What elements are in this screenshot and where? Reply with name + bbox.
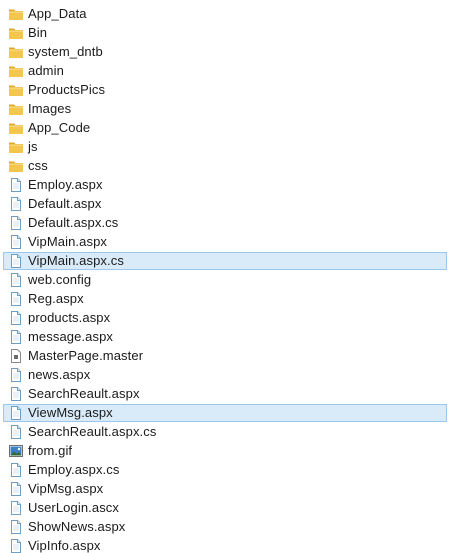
file-name-label: Default.aspx (28, 196, 102, 211)
file-list-item[interactable]: ProductsPics (3, 81, 447, 99)
file-list-item[interactable]: Reg.aspx (3, 290, 447, 308)
file-name-label: css (28, 158, 48, 173)
folder-icon (8, 139, 24, 155)
file-list-item[interactable]: VipInfo.aspx (3, 537, 447, 553)
document-icon (8, 462, 24, 478)
file-list-item[interactable]: css (3, 157, 447, 175)
file-list-item[interactable]: Default.aspx.cs (3, 214, 447, 232)
document-icon (8, 253, 24, 269)
file-list-item[interactable]: MasterPage.master (3, 347, 447, 365)
file-name-label: js (28, 139, 38, 154)
document-icon (8, 329, 24, 345)
file-name-label: VipInfo.aspx (28, 538, 101, 553)
file-name-label: App_Data (28, 6, 87, 21)
file-list-item[interactable]: VipMain.aspx.cs (3, 252, 447, 270)
folder-icon (8, 6, 24, 22)
file-list-item[interactable]: SearchReault.aspx.cs (3, 423, 447, 441)
document-icon (8, 538, 24, 553)
document-icon (8, 310, 24, 326)
file-name-label: products.aspx (28, 310, 111, 325)
file-list-item[interactable]: VipMain.aspx (3, 233, 447, 251)
file-name-label: VipMain.aspx (28, 234, 108, 249)
file-name-label: ProductsPics (28, 82, 106, 97)
file-list-item[interactable]: ShowNews.aspx (3, 518, 447, 536)
file-name-label: system_dntb (28, 44, 103, 59)
file-list-item[interactable]: Bin (3, 24, 447, 42)
file-list-item[interactable]: ViewMsg.aspx (3, 404, 447, 422)
file-name-label: ViewMsg.aspx (28, 405, 113, 420)
file-list-item[interactable]: web.config (3, 271, 447, 289)
file-list-item[interactable]: news.aspx (3, 366, 447, 384)
document-icon (8, 386, 24, 402)
master-page-icon (8, 348, 24, 364)
file-name-label: ShowNews.aspx (28, 519, 126, 534)
document-icon (8, 291, 24, 307)
document-icon (8, 519, 24, 535)
file-name-label: App_Code (28, 120, 91, 135)
file-name-label: MasterPage.master (28, 348, 144, 363)
folder-icon (8, 120, 24, 136)
file-list-item[interactable]: products.aspx (3, 309, 447, 327)
file-name-label: Bin (28, 25, 48, 40)
file-name-label: UserLogin.ascx (28, 500, 119, 515)
document-icon (8, 234, 24, 250)
file-name-label: message.aspx (28, 329, 114, 344)
file-name-label: news.aspx (28, 367, 91, 382)
file-name-label: web.config (28, 272, 92, 287)
file-list-item[interactable]: Default.aspx (3, 195, 447, 213)
file-name-label: VipMain.aspx.cs (28, 253, 124, 268)
document-icon (8, 367, 24, 383)
file-name-label: from.gif (28, 443, 73, 458)
folder-icon (8, 101, 24, 117)
document-icon (8, 481, 24, 497)
file-name-label: admin (28, 63, 64, 78)
file-name-label: Images (28, 101, 72, 116)
folder-icon (8, 82, 24, 98)
image-file-icon (8, 443, 24, 459)
document-icon (8, 215, 24, 231)
file-list-item[interactable]: SearchReault.aspx (3, 385, 447, 403)
file-list-item[interactable]: Employ.aspx (3, 176, 447, 194)
file-list-item[interactable]: App_Code (3, 119, 447, 137)
folder-icon (8, 63, 24, 79)
file-name-label: SearchReault.aspx (28, 386, 140, 401)
file-list-item[interactable]: Images (3, 100, 447, 118)
file-list-item[interactable]: VipMsg.aspx (3, 480, 447, 498)
document-icon (8, 424, 24, 440)
document-icon (8, 405, 24, 421)
folder-icon (8, 158, 24, 174)
file-name-label: Reg.aspx (28, 291, 84, 306)
document-icon (8, 177, 24, 193)
folder-icon (8, 44, 24, 60)
file-list-item[interactable]: js (3, 138, 447, 156)
file-list-item[interactable]: UserLogin.ascx (3, 499, 447, 517)
file-name-label: SearchReault.aspx.cs (28, 424, 157, 439)
file-list: App_Data Bin system_dntbadmin ProductsPics I… (0, 0, 451, 553)
file-list-item[interactable]: admin (3, 62, 447, 80)
file-name-label: Default.aspx.cs (28, 215, 119, 230)
folder-icon (8, 25, 24, 41)
file-list-item[interactable]: system_dntb (3, 43, 447, 61)
file-list-item[interactable]: Employ.aspx.cs (3, 461, 447, 479)
file-list-item[interactable]: from.gif (3, 442, 447, 460)
file-name-label: Employ.aspx (28, 177, 103, 192)
document-icon (8, 272, 24, 288)
file-list-item[interactable]: message.aspx (3, 328, 447, 346)
document-icon (8, 500, 24, 516)
file-list-item[interactable]: App_Data (3, 5, 447, 23)
file-name-label: VipMsg.aspx (28, 481, 104, 496)
document-icon (8, 196, 24, 212)
file-name-label: Employ.aspx.cs (28, 462, 120, 477)
